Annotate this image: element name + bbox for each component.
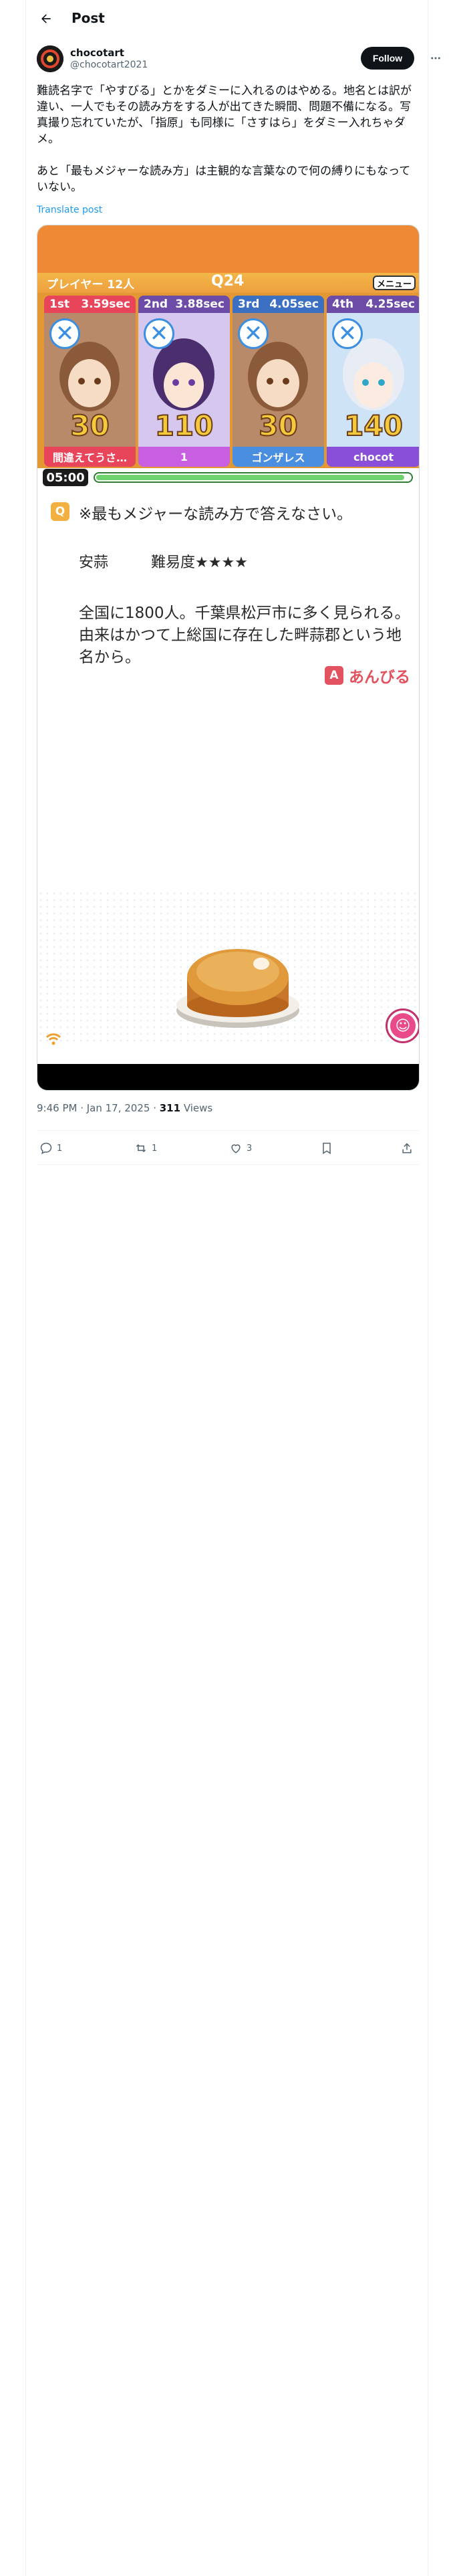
heart-icon (231, 1144, 241, 1154)
post-actions: 1 1 3 (37, 1130, 418, 1165)
share-button[interactable] (400, 1131, 418, 1166)
reply-count: 1 (57, 1143, 63, 1154)
player-card: 4th 4.25sec ✕ 140 chocot (327, 296, 419, 467)
arrow-left-icon (41, 14, 51, 23)
wrong-mark-icon: ✕ (332, 318, 363, 349)
answer-explanation: 全国に1800人。千葉県松戸市に多く見られる。由来はかつて上総国に存在した畔蒜郡… (79, 605, 410, 666)
back-button[interactable] (37, 9, 55, 28)
post-author: chocotart @chocotart2021 Follow (37, 45, 440, 75)
player-card: 1st 3.59sec ✕ 30 間違えてうさ… (44, 296, 136, 467)
avatar[interactable] (37, 45, 63, 72)
player-rank: 1st 3.59sec (44, 296, 136, 313)
user-handle[interactable]: @chocotart2021 (70, 60, 148, 70)
post-image[interactable]: プレイヤー 12人 Q24 メニュー 1st 3.59sec ✕ 30 間違えてう… (37, 225, 420, 1091)
player-rank: 3rd 4.05sec (233, 296, 324, 313)
player-count: プレイヤー 12人 (47, 278, 135, 292)
round-label: Q24 (211, 273, 245, 290)
question-text: ※最もメジャーな読み方で答えなさい。 (79, 506, 353, 523)
media-bottom-bar (37, 1064, 419, 1090)
avatar-image (37, 45, 63, 72)
post-meta: 9:46 PM · Jan 17, 2025 · 311 Views (37, 1102, 212, 1114)
player-card: 2nd 3.88sec ✕ 110 1 (138, 296, 230, 467)
wrong-mark-icon: ✕ (49, 318, 80, 349)
difficulty-rating: 難易度★★★★ (151, 554, 248, 571)
connection-icon (44, 1029, 63, 1048)
player-score: 140 (343, 409, 404, 443)
question-panel: Q ※最もメジャーな読み方で答えなさい。 安蒜 難易度★★★★ 全国に1800人… (37, 489, 419, 1064)
repost-count: 1 (152, 1143, 158, 1154)
bookmark-button[interactable] (320, 1131, 337, 1166)
player-score: 30 (69, 409, 110, 443)
player-name: 間違えてうさ… (44, 447, 136, 467)
views-label: Views (180, 1102, 213, 1114)
share-icon (402, 1143, 412, 1154)
display-name[interactable]: chocotart (70, 47, 124, 59)
reaction-button: ☺ (386, 1008, 419, 1043)
game-status-bar: プレイヤー 12人 Q24 メニュー (37, 273, 419, 293)
timer-track (94, 472, 413, 483)
like-button[interactable]: 3 (229, 1131, 252, 1166)
reply-icon (40, 1142, 52, 1154)
answer-badge: A (325, 666, 343, 685)
top-bar: Post (26, 0, 429, 37)
bookmark-icon (323, 1142, 331, 1154)
player-card: 3rd 4.05sec ✕ 30 ゴンザレス (233, 296, 324, 467)
wrong-mark-icon: ✕ (238, 318, 269, 349)
like-count: 3 (247, 1143, 253, 1154)
page-title: Post (71, 10, 105, 26)
wrong-mark-icon: ✕ (144, 318, 174, 349)
game-menu-button: メニュー (373, 276, 416, 290)
game-header-strip (37, 225, 419, 273)
buzzer-button-icon (176, 949, 299, 1028)
views-count: 311 (159, 1102, 181, 1114)
follow-button[interactable]: Follow (361, 47, 414, 70)
smile-icon: ☺ (390, 1013, 416, 1039)
more-options-button[interactable] (430, 52, 442, 64)
reply-button[interactable]: 1 (39, 1131, 62, 1166)
player-score: 30 (258, 409, 298, 443)
post-text: 難読名字で「やすびる」とかをダミーに入れるのはやめる。地名とは訳が違い、一人でも… (37, 84, 412, 194)
player-rank: 4th 4.25sec (327, 296, 419, 313)
answer-reading: あんびる (349, 669, 410, 686)
post-timestamp[interactable]: 9:46 PM · Jan 17, 2025 · (37, 1102, 160, 1114)
repost-icon (136, 1144, 146, 1153)
answer-line: A あんびる (325, 665, 410, 686)
repost-button[interactable]: 1 (134, 1131, 157, 1166)
player-cards: 1st 3.59sec ✕ 30 間違えてうさ… 2nd 3.88sec ✕ 110… (37, 293, 419, 468)
translate-post-link[interactable]: Translate post (37, 205, 102, 215)
more-icon (431, 57, 440, 60)
game-timer: 05:00 (43, 469, 415, 486)
timer-fill (96, 475, 404, 480)
timer-value: 05:00 (43, 469, 88, 486)
player-name: chocot (327, 447, 419, 467)
player-name: 1 (138, 447, 230, 467)
quiz-word: 安蒜 (79, 554, 109, 571)
player-rank: 2nd 3.88sec (138, 296, 230, 313)
question-badge: Q (51, 502, 69, 521)
player-name: ゴンザレス (233, 447, 324, 467)
main-column: Post chocotart @chocotart2021 Follow 難読名… (25, 0, 440, 2576)
player-score: 110 (154, 409, 214, 443)
